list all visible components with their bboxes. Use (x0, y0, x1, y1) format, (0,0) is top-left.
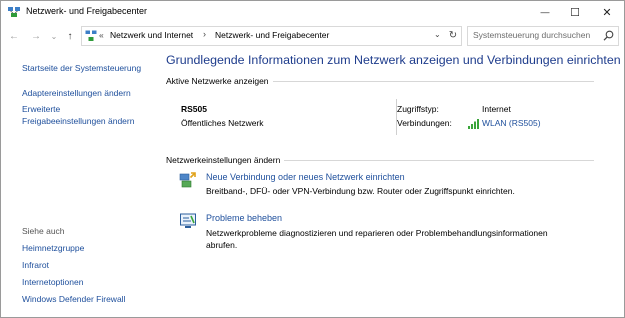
new-connection-link[interactable]: Neue Verbindung oder neues Netzwerk einr… (206, 172, 405, 182)
window-title: Netzwerk- und Freigabecenter (26, 6, 148, 16)
troubleshoot-icon (180, 213, 196, 228)
network-center-icon (8, 7, 20, 17)
network-type[interactable]: Öffentliches Netzwerk (181, 118, 264, 128)
refresh-button[interactable]: ↻ (446, 28, 460, 43)
page-title: Grundlegende Informationen zum Netzwerk … (166, 53, 621, 67)
wifi-signal-icon (468, 119, 479, 129)
sidebar-item-adapter-settings[interactable]: Adaptereinstellungen ändern (22, 88, 131, 98)
minimize-button[interactable]: — (530, 1, 560, 23)
recent-locations-dropdown[interactable]: ⌄ (47, 28, 61, 44)
sidebar-item-advanced-sharing-line1[interactable]: Erweiterte (22, 104, 60, 114)
access-type-label: Zugriffstyp: (397, 104, 439, 114)
see-also-homegroup[interactable]: Heimnetzgruppe (22, 243, 84, 253)
title-bar: Netzwerk- und Freigabecenter — ☐ ✕ (1, 1, 624, 23)
troubleshoot-description-line2: abrufen. (206, 240, 238, 250)
connections-label: Verbindungen: (397, 118, 452, 128)
see-also-internet-options[interactable]: Internetoptionen (22, 277, 83, 287)
see-also-infrared[interactable]: Infrarot (22, 260, 49, 270)
new-connection-icon (179, 172, 196, 188)
sidebar-item-advanced-sharing-line2[interactable]: Freigabeeinstellungen ändern (22, 116, 134, 126)
breadcrumb-network-center[interactable]: Netzwerk- und Freigabecenter (215, 30, 329, 40)
breadcrumb-network-internet[interactable]: Netzwerk und Internet (110, 30, 193, 40)
up-button[interactable]: ↑ (63, 28, 77, 44)
access-type-value: Internet (482, 104, 511, 114)
forward-button[interactable]: → (29, 28, 43, 44)
active-networks-label: Aktive Netzwerke anzeigen (166, 76, 273, 86)
window: Netzwerk- und Freigabecenter — ☐ ✕ ← → ⌄… (0, 0, 625, 318)
back-button[interactable]: ← (7, 28, 21, 44)
troubleshoot-description-line1: Netzwerkprobleme diagnostizieren und rep… (206, 228, 548, 238)
address-dropdown-icon[interactable]: ⌄ (434, 30, 441, 39)
address-bar[interactable]: « Netzwerk und Internet › Netzwerk- und … (81, 26, 462, 46)
sidebar-item-control-panel-home[interactable]: Startseite der Systemsteuerung (22, 63, 141, 73)
see-also-label: Siehe auch (22, 226, 65, 236)
troubleshoot-link[interactable]: Probleme beheben (206, 213, 282, 223)
connection-link-wlan[interactable]: WLAN (RS505) (482, 118, 541, 128)
close-button[interactable]: ✕ (592, 1, 622, 23)
change-settings-label: Netzwerkeinstellungen ändern (166, 155, 285, 165)
breadcrumb-overflow[interactable]: « (99, 30, 104, 40)
maximize-button[interactable]: ☐ (560, 1, 590, 23)
breadcrumb-separator[interactable]: › (203, 29, 206, 39)
new-connection-description: Breitband-, DFÜ- oder VPN-Verbindung bzw… (206, 186, 515, 196)
see-also-firewall[interactable]: Windows Defender Firewall (22, 294, 125, 304)
network-center-icon (85, 30, 97, 41)
search-input[interactable]: Systemsteuerung durchsuchen (467, 26, 619, 46)
search-placeholder: Systemsteuerung durchsuchen (473, 30, 591, 40)
navigation-bar: ← → ⌄ ↑ « Netzwerk und Internet › Netzwe… (1, 26, 624, 46)
network-name: RS505 (181, 104, 207, 114)
search-icon[interactable] (603, 30, 614, 41)
